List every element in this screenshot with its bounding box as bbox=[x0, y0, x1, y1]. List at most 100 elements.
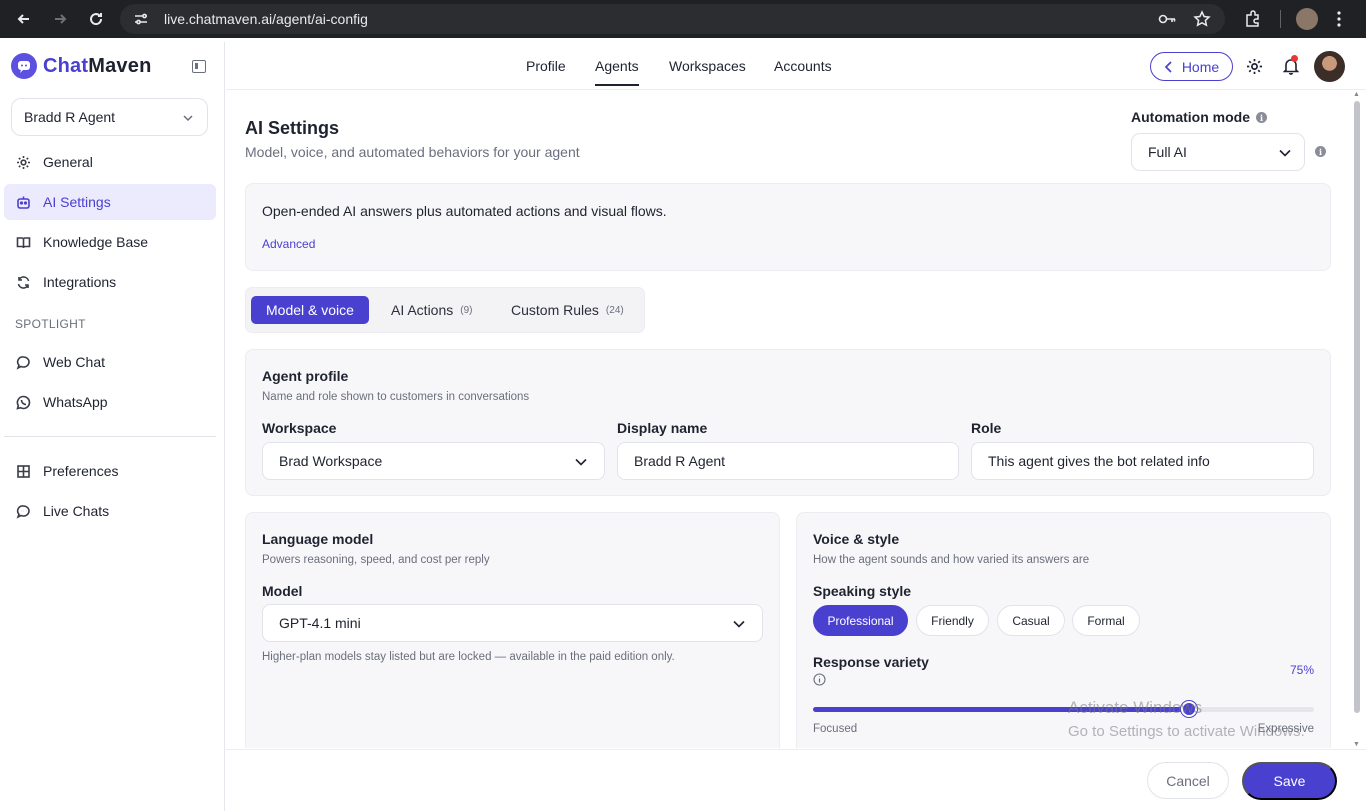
bookmark-star-icon[interactable] bbox=[1193, 10, 1211, 28]
more-menu-icon[interactable] bbox=[1336, 9, 1342, 29]
chat-bubble-icon bbox=[16, 355, 31, 370]
language-model-card: Language model Powers reasoning, speed, … bbox=[245, 512, 780, 748]
info-icon[interactable]: i bbox=[1256, 112, 1267, 123]
agent-profile-card: Agent profile Name and role shown to cus… bbox=[245, 349, 1331, 496]
chevron-down-icon bbox=[733, 620, 745, 628]
sidebar-item-general[interactable]: General bbox=[4, 144, 216, 180]
advanced-link[interactable]: Advanced bbox=[262, 237, 315, 251]
voice-style-heading: Voice & style bbox=[813, 531, 900, 547]
display-name-input[interactable]: Bradd R Agent bbox=[617, 442, 959, 480]
slider-fill bbox=[813, 707, 1189, 712]
tab-count: (9) bbox=[460, 304, 473, 316]
agent-profile-heading: Agent profile bbox=[262, 368, 349, 384]
slider-min-label: Focused bbox=[813, 723, 858, 735]
style-chip-professional[interactable]: Professional bbox=[813, 605, 908, 636]
sidebar-item-web-chat[interactable]: Web Chat bbox=[4, 344, 216, 380]
sidebar-divider bbox=[4, 436, 216, 437]
main-scrollbar[interactable]: ▲ ▼ bbox=[1352, 91, 1362, 748]
save-button[interactable]: Save bbox=[1242, 762, 1337, 800]
automation-mode-select[interactable]: Full AI bbox=[1131, 133, 1305, 171]
settings-gear-icon[interactable] bbox=[1246, 58, 1263, 75]
browser-profile-avatar[interactable] bbox=[1296, 8, 1318, 30]
model-label: Model bbox=[262, 583, 303, 599]
sidebar-item-whatsapp[interactable]: WhatsApp bbox=[4, 384, 216, 420]
notifications-bell-icon[interactable] bbox=[1282, 55, 1300, 80]
scroll-up-icon[interactable]: ▲ bbox=[1353, 91, 1360, 98]
language-model-subheading: Powers reasoning, speed, and cost per re… bbox=[262, 554, 490, 566]
slider-thumb[interactable] bbox=[1180, 701, 1197, 717]
sidebar-item-preferences[interactable]: Preferences bbox=[4, 453, 216, 489]
style-chip-casual[interactable]: Casual bbox=[997, 605, 1065, 636]
response-variety-slider[interactable] bbox=[813, 701, 1314, 717]
sidebar-item-label: Knowledge Base bbox=[43, 234, 149, 250]
page-title: AI Settings bbox=[245, 118, 340, 138]
model-plan-note: Higher-plan models stay listed but are l… bbox=[262, 651, 675, 663]
action-footer: Cancel Save bbox=[226, 749, 1366, 811]
response-variety-value: 75% bbox=[1289, 663, 1314, 677]
sidebar-item-ai-settings[interactable]: AI Settings bbox=[4, 184, 216, 220]
model-select[interactable]: GPT-4.1 mini bbox=[262, 604, 763, 642]
agent-select[interactable]: Bradd R Agent bbox=[11, 98, 208, 136]
main-content: AI Settings Model, voice, and automated … bbox=[226, 91, 1350, 748]
agent-profile-subheading: Name and role shown to customers in conv… bbox=[262, 391, 530, 403]
role-input[interactable]: This agent gives the bot related info bbox=[971, 442, 1314, 480]
sidebar: ChatMaven Bradd R Agent General AI Setti… bbox=[0, 42, 225, 811]
tab-accounts[interactable]: Accounts bbox=[774, 58, 832, 74]
scrollbar-thumb[interactable] bbox=[1354, 101, 1360, 713]
password-key-icon[interactable] bbox=[1157, 10, 1177, 28]
home-button[interactable]: Home bbox=[1150, 52, 1233, 81]
sidebar-item-integrations[interactable]: Integrations bbox=[4, 264, 216, 300]
chevron-down-icon bbox=[1279, 149, 1291, 157]
style-chip-friendly[interactable]: Friendly bbox=[916, 605, 989, 636]
info-circle-icon[interactable] bbox=[813, 673, 826, 686]
url-text[interactable]: live.chatmaven.ai/agent/ai-config bbox=[164, 11, 368, 27]
tab-custom-rules[interactable]: Custom Rules (24) bbox=[511, 296, 624, 324]
scroll-down-icon[interactable]: ▼ bbox=[1353, 741, 1360, 748]
tab-label: AI Actions bbox=[391, 302, 454, 318]
refresh-icon bbox=[16, 275, 31, 290]
brand-logo[interactable]: ChatMaven bbox=[11, 53, 152, 79]
sidebar-item-live-chats[interactable]: Live Chats bbox=[4, 493, 216, 529]
display-name-label: Display name bbox=[617, 420, 708, 436]
sidebar-item-label: AI Settings bbox=[43, 194, 111, 210]
response-variety-label: Response variety bbox=[813, 654, 929, 670]
forward-icon[interactable] bbox=[48, 7, 72, 31]
site-info-icon[interactable] bbox=[132, 10, 150, 28]
sidebar-item-label: General bbox=[43, 154, 93, 170]
tab-label: Model & voice bbox=[266, 302, 354, 318]
user-avatar[interactable] bbox=[1314, 51, 1345, 82]
workspace-select[interactable]: Brad Workspace bbox=[262, 442, 605, 480]
collapse-sidebar-icon[interactable] bbox=[192, 60, 206, 73]
back-icon[interactable] bbox=[12, 7, 36, 31]
extensions-icon[interactable] bbox=[1243, 9, 1263, 29]
role-label: Role bbox=[971, 420, 1002, 436]
automation-info-icon[interactable]: i bbox=[1315, 146, 1326, 157]
reload-icon[interactable] bbox=[84, 7, 108, 31]
slider-max-label: Expressive bbox=[1257, 723, 1314, 735]
agent-select-value: Bradd R Agent bbox=[24, 109, 116, 125]
book-icon bbox=[16, 235, 31, 250]
role-value: This agent gives the bot related info bbox=[988, 453, 1210, 469]
style-chip-formal[interactable]: Formal bbox=[1072, 605, 1140, 636]
top-navigation: Profile Agents Workspaces Accounts Home bbox=[226, 42, 1366, 90]
automation-mode-label-text: Automation mode bbox=[1131, 109, 1250, 125]
chevron-down-icon bbox=[575, 458, 587, 466]
cancel-button[interactable]: Cancel bbox=[1147, 762, 1229, 799]
spotlight-heading: SPOTLIGHT bbox=[15, 317, 86, 331]
sidebar-item-label: WhatsApp bbox=[43, 394, 108, 410]
automation-mode-value: Full AI bbox=[1148, 144, 1187, 160]
tab-agents[interactable]: Agents bbox=[595, 58, 639, 86]
tab-model-voice[interactable]: Model & voice bbox=[251, 296, 369, 324]
whatsapp-icon bbox=[16, 395, 31, 410]
tab-profile[interactable]: Profile bbox=[526, 58, 566, 74]
speaking-style-label: Speaking style bbox=[813, 583, 912, 599]
sidebar-item-label: Integrations bbox=[43, 274, 117, 290]
tab-workspaces[interactable]: Workspaces bbox=[669, 58, 746, 74]
automation-mode-label: Automation mode i bbox=[1131, 109, 1267, 125]
language-model-heading: Language model bbox=[262, 531, 374, 547]
voice-style-subheading: How the agent sounds and how varied its … bbox=[813, 554, 1090, 566]
sidebar-item-knowledge-base[interactable]: Knowledge Base bbox=[4, 224, 216, 260]
browser-toolbar: live.chatmaven.ai/agent/ai-config bbox=[0, 0, 1366, 38]
address-bar[interactable]: live.chatmaven.ai/agent/ai-config bbox=[120, 4, 1225, 34]
tab-ai-actions[interactable]: AI Actions (9) bbox=[391, 296, 473, 324]
